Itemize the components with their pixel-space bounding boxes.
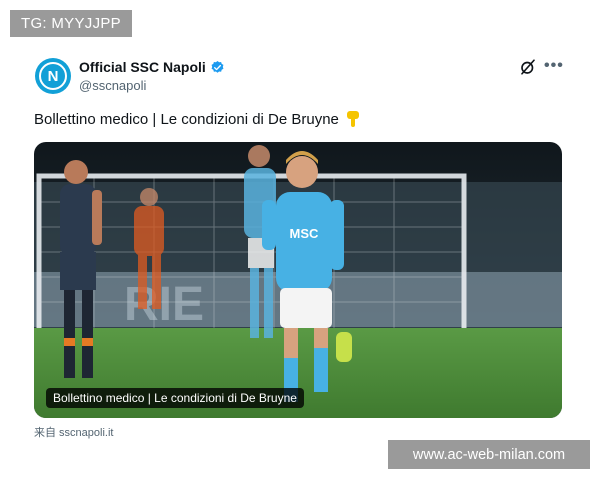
handle[interactable]: @sscnapoli [79, 78, 146, 93]
avatar-letter: N [39, 62, 67, 90]
more-icon[interactable]: ••• [544, 57, 564, 75]
source-credit: 来自 sscnapoli.it [34, 427, 114, 439]
post-image[interactable]: RIE MSC [34, 142, 562, 418]
avatar[interactable]: N [35, 58, 71, 94]
image-caption: Bollettino medico | Le condizioni di De … [46, 388, 304, 408]
author-row: Official SSC Napoli [79, 59, 225, 75]
tweet-text: Bollettino medico | Le condizioni di De … [34, 110, 339, 128]
jersey-sponsor-text: MSC [290, 226, 320, 241]
tweet-text-row: Bollettino medico | Le condizioni di De … [34, 110, 361, 128]
display-name[interactable]: Official SSC Napoli [79, 59, 206, 75]
watermark-bottom: www.ac-web-milan.com [388, 440, 590, 469]
photo-illustration: RIE MSC [34, 142, 562, 418]
ad-board-text: RIE [124, 278, 204, 331]
verified-badge-icon [211, 60, 224, 73]
watermark-top: TG: MYYJJPP [10, 10, 132, 37]
pointing-down-icon [346, 111, 359, 127]
grok-icon[interactable] [519, 58, 537, 76]
